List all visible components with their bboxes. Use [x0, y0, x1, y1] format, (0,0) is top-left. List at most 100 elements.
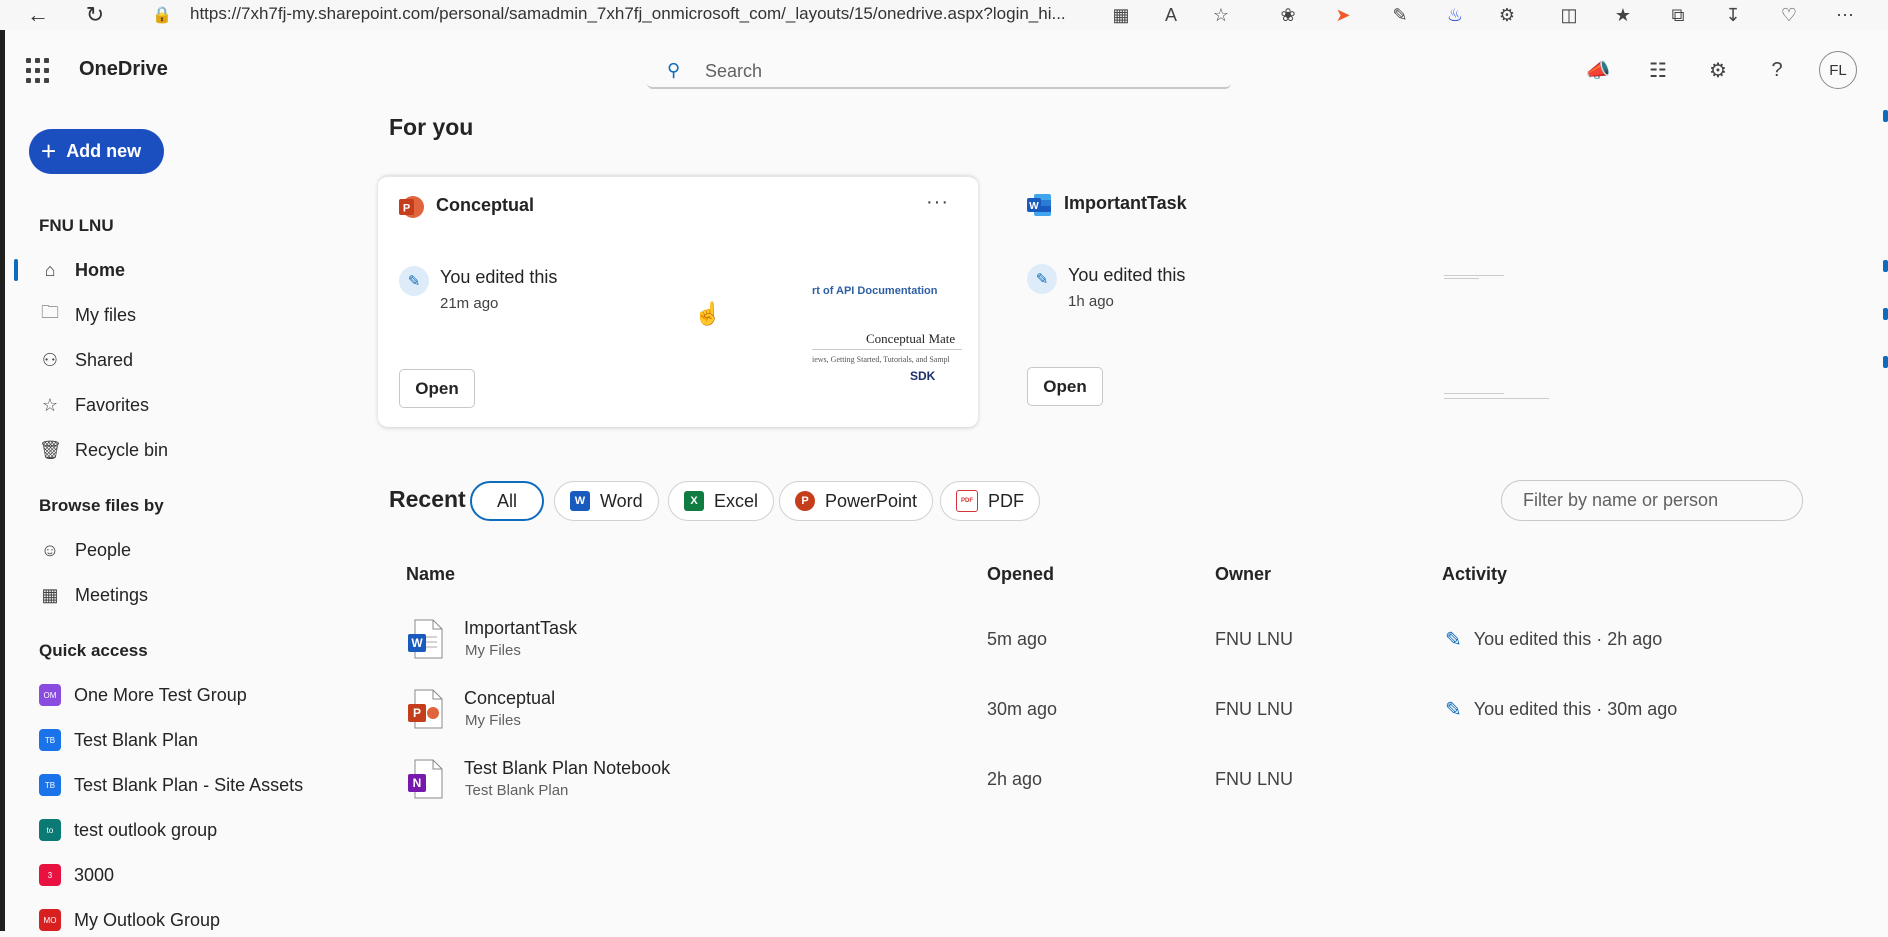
- filter-excel[interactable]: X Excel: [668, 481, 775, 521]
- group-badge: TB: [39, 774, 61, 796]
- opened-time: 30m ago: [987, 699, 1058, 719]
- add-new-button[interactable]: + Add new: [29, 129, 164, 174]
- sidebar-item-label: My files: [75, 304, 137, 325]
- back-icon[interactable]: ←: [25, 2, 51, 28]
- quick-access-item[interactable]: to test outlook group: [39, 813, 217, 847]
- quick-access-item[interactable]: 3 3000: [39, 858, 114, 892]
- file-card-importanttask[interactable]: W ImportantTask ✎ You edited this 1h ago…: [1006, 175, 1606, 427]
- favorites-icon[interactable]: ★: [1610, 3, 1636, 27]
- apps-icon[interactable]: ☷: [1644, 56, 1672, 84]
- favorite-star-icon[interactable]: ☆: [1208, 3, 1234, 27]
- svg-text:N: N: [413, 776, 422, 790]
- column-header-opened[interactable]: Opened: [987, 564, 1054, 585]
- sidebar-item-label: Meetings: [75, 584, 149, 605]
- browser-essentials-icon[interactable]: ♡: [1776, 3, 1802, 27]
- file-location[interactable]: Test Blank Plan: [465, 782, 568, 799]
- mouse-cursor-icon: ☝: [694, 301, 722, 326]
- quick-access-item[interactable]: OM One More Test Group: [39, 678, 247, 712]
- file-name-link[interactable]: Test Blank Plan Notebook: [464, 758, 670, 779]
- settings-gear-icon[interactable]: ⚙: [1704, 56, 1732, 84]
- avatar[interactable]: FL: [1819, 51, 1857, 89]
- downloads-icon[interactable]: ↧: [1720, 3, 1746, 27]
- file-location[interactable]: My Files: [465, 712, 521, 729]
- collections-icon[interactable]: ⧉: [1665, 3, 1691, 27]
- star-icon: ☆: [41, 394, 59, 415]
- refresh-icon[interactable]: ↻: [82, 2, 108, 28]
- file-name-link[interactable]: Conceptual: [464, 688, 555, 709]
- card-title[interactable]: Conceptual: [436, 195, 534, 216]
- file-location[interactable]: My Files: [465, 642, 521, 659]
- more-options-icon[interactable]: ···: [926, 191, 949, 214]
- sidebar-item-meetings[interactable]: ▦ Meetings: [39, 577, 148, 613]
- browser-menu-icon[interactable]: ⋯: [1832, 3, 1858, 27]
- onenote-doc-icon: N: [408, 759, 443, 799]
- sidebar-item-home[interactable]: ⌂ Home: [39, 252, 125, 288]
- activity-cell: ✎ You edited this · 30m ago: [1445, 697, 1677, 722]
- open-button[interactable]: Open: [399, 369, 475, 408]
- file-thumbnail[interactable]: [1444, 275, 1564, 415]
- column-header-name[interactable]: Name: [406, 564, 455, 585]
- column-header-owner[interactable]: Owner: [1215, 564, 1271, 585]
- megaphone-icon[interactable]: 📣: [1584, 56, 1612, 84]
- address-bar[interactable]: https://7xh7fj-my.sharepoint.com/persona…: [190, 4, 1066, 24]
- extension-swift-icon[interactable]: ➤: [1330, 3, 1356, 27]
- powerpoint-icon: P: [399, 196, 424, 218]
- svg-text:P: P: [403, 203, 410, 215]
- browser-toolbar: ← ↻ 🔒 https://7xh7fj-my.sharepoint.com/p…: [0, 0, 1888, 30]
- group-badge: 3: [39, 864, 61, 886]
- pdf-icon: PDF: [956, 490, 978, 512]
- active-indicator: [14, 259, 18, 281]
- lock-icon[interactable]: 🔒: [152, 5, 172, 25]
- search-box[interactable]: ⚲ Search: [647, 53, 1231, 89]
- card-time: 21m ago: [440, 295, 499, 312]
- filter-all[interactable]: All: [470, 481, 544, 521]
- quick-access-item[interactable]: MO My Outlook Group: [39, 903, 220, 937]
- file-thumbnail[interactable]: rt of API Documentation Conceptual Mate …: [812, 285, 962, 405]
- search-icon: ⚲: [667, 60, 681, 80]
- app-available-icon[interactable]: ▦: [1108, 3, 1134, 27]
- user-name: FNU LNU: [39, 216, 114, 235]
- quick-access-title: Quick access: [39, 641, 148, 660]
- read-aloud-icon[interactable]: A: [1158, 3, 1184, 27]
- filter-by-name-input[interactable]: Filter by name or person: [1501, 480, 1803, 521]
- sidebar-item-people[interactable]: ☺ People: [39, 532, 131, 568]
- quick-access-item[interactable]: TB Test Blank Plan: [39, 723, 198, 757]
- edge-sidebar: [1873, 30, 1888, 931]
- owner-name[interactable]: FNU LNU: [1215, 699, 1293, 720]
- sidebar-item-shared[interactable]: ⚇ Shared: [39, 342, 133, 378]
- word-doc-icon: W: [408, 619, 443, 659]
- word-icon: W: [1027, 194, 1051, 216]
- owner-name[interactable]: FNU LNU: [1215, 629, 1293, 650]
- app-launcher-icon[interactable]: [26, 58, 52, 84]
- filter-label: Excel: [714, 490, 759, 511]
- extension-picker-icon[interactable]: ✎: [1387, 3, 1413, 27]
- file-card-conceptual[interactable]: P Conceptual ··· ✎ You edited this 21m a…: [378, 175, 978, 427]
- filter-powerpoint[interactable]: P PowerPoint: [779, 481, 934, 521]
- sidebar-item-my-files[interactable]: 🗀 My files: [39, 297, 136, 333]
- folder-icon: 🗀: [41, 302, 59, 322]
- owner-name[interactable]: FNU LNU: [1215, 769, 1293, 790]
- column-header-activity[interactable]: Activity: [1442, 564, 1507, 585]
- excel-icon: X: [684, 491, 704, 511]
- thumbnail-heading: Conceptual Mate: [866, 331, 956, 346]
- quick-access-item[interactable]: TB Test Blank Plan - Site Assets: [39, 768, 303, 802]
- extension-flame-icon[interactable]: ♨: [1442, 3, 1468, 27]
- extension-bug-icon[interactable]: ❀: [1275, 3, 1301, 27]
- help-icon[interactable]: ?: [1763, 56, 1791, 84]
- file-name-link[interactable]: ImportantTask: [464, 618, 577, 639]
- split-screen-icon[interactable]: ◫: [1556, 3, 1582, 27]
- pencil-icon: ✎: [1445, 699, 1462, 721]
- activity-cell: ✎ You edited this · 2h ago: [1445, 627, 1662, 652]
- sidebar-item-label: Shared: [75, 349, 134, 370]
- search-input[interactable]: Search: [705, 61, 762, 82]
- sidebar-item-favorites[interactable]: ☆ Favorites: [39, 387, 149, 423]
- sidebar-item-recycle-bin[interactable]: 🗑 Recycle bin: [39, 432, 168, 468]
- filter-word[interactable]: W Word: [554, 481, 659, 521]
- app-title[interactable]: OneDrive: [79, 58, 168, 81]
- filter-pdf[interactable]: PDF PDF: [940, 481, 1040, 521]
- opened-time: 2h ago: [987, 769, 1043, 789]
- card-title[interactable]: ImportantTask: [1064, 193, 1187, 214]
- open-button[interactable]: Open: [1027, 367, 1103, 406]
- extensions-puzzle-icon[interactable]: ⚙: [1494, 3, 1520, 27]
- svg-text:P: P: [413, 706, 421, 720]
